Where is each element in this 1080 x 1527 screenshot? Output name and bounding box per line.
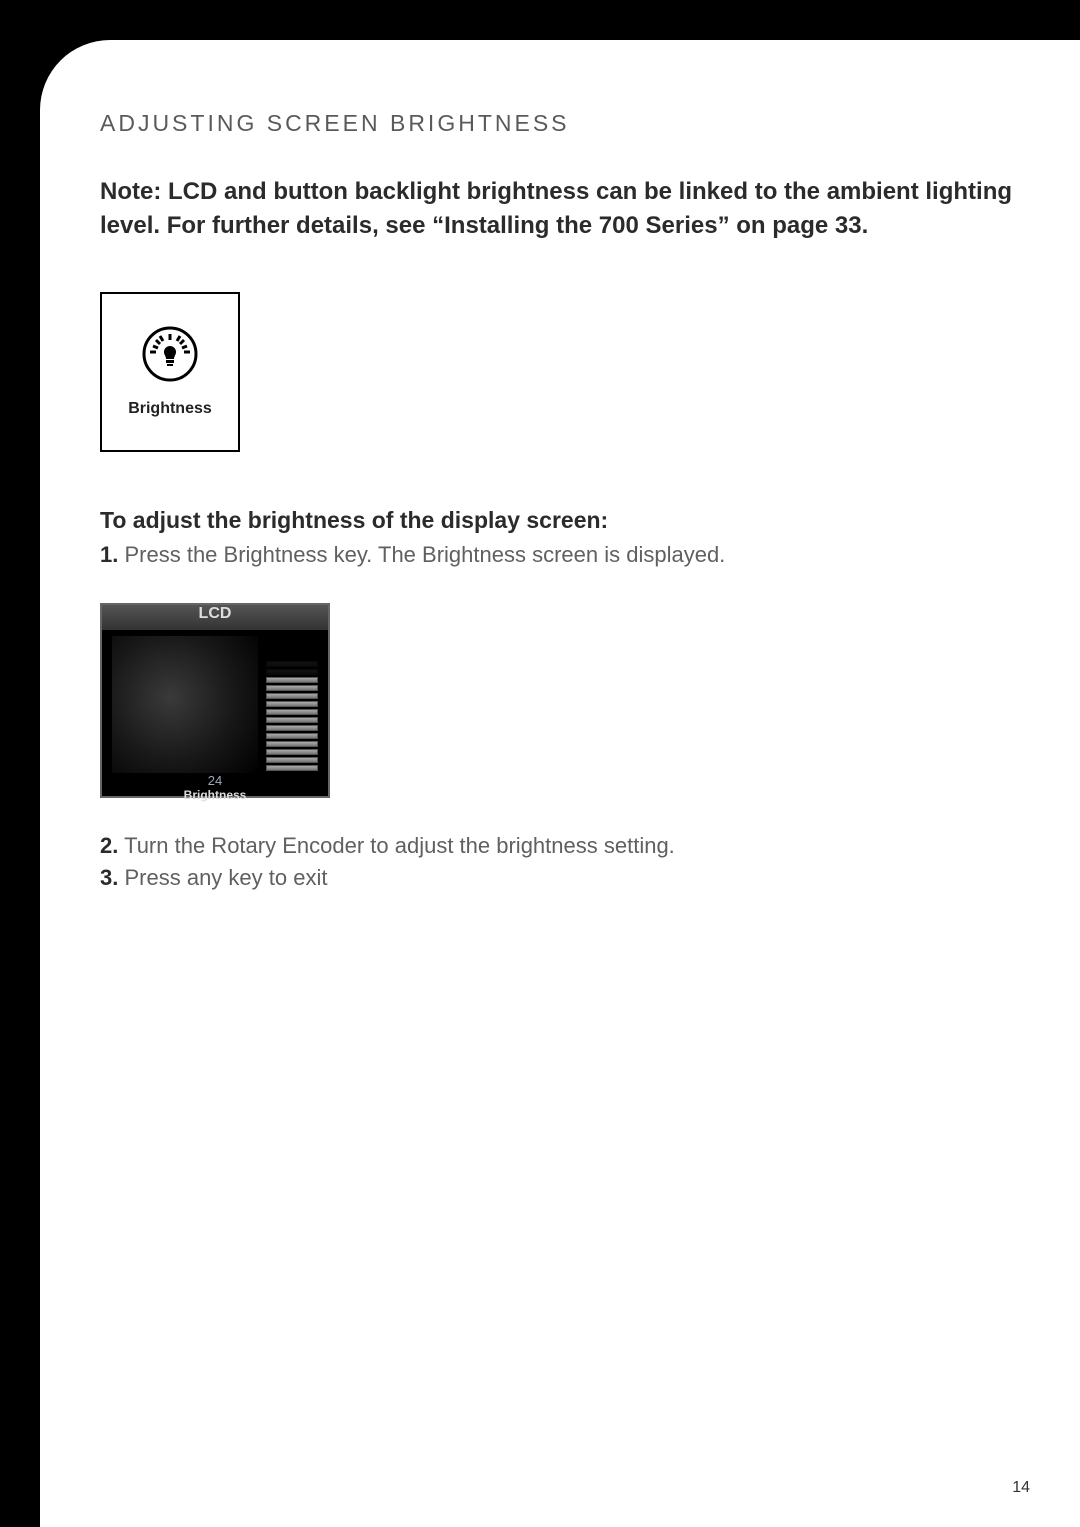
step-1-number: 1. (100, 542, 118, 567)
brightness-key-diagram: Brightness (100, 292, 240, 452)
brightness-value: 24 (102, 773, 328, 788)
page-number: 14 (1012, 1479, 1030, 1497)
step-3-number: 3. (100, 865, 118, 890)
sonar-background (112, 636, 258, 773)
step-3-text: Press any key to exit (124, 865, 327, 890)
step-2: 2. Turn the Rotary Encoder to adjust the… (100, 833, 1020, 859)
lcd-brightness-screenshot: LCD 24 Brightness (100, 603, 330, 798)
brightness-key-label: Brightness (128, 400, 212, 418)
step-1: 1. Press the Brightness key. The Brightn… (100, 542, 1020, 568)
procedure-subheading: To adjust the brightness of the display … (100, 507, 1020, 534)
brightness-bulb-icon (142, 326, 198, 382)
step-2-number: 2. (100, 833, 118, 858)
brightness-caption: Brightness (102, 788, 328, 802)
step-1-text: Press the Brightness key. The Brightness… (124, 542, 725, 567)
brightness-gauge (266, 636, 318, 773)
step-2-text: Turn the Rotary Encoder to adjust the br… (124, 833, 675, 858)
step-3: 3. Press any key to exit (100, 865, 1020, 891)
lcd-title-bar: LCD (102, 605, 328, 630)
note-paragraph: Note: LCD and button backlight brightnes… (100, 175, 1020, 242)
lcd-title: LCD (199, 605, 232, 622)
manual-page: ADJUSTING SCREEN BRIGHTNESS Note: LCD an… (40, 40, 1080, 1527)
section-heading: ADJUSTING SCREEN BRIGHTNESS (100, 110, 1020, 137)
